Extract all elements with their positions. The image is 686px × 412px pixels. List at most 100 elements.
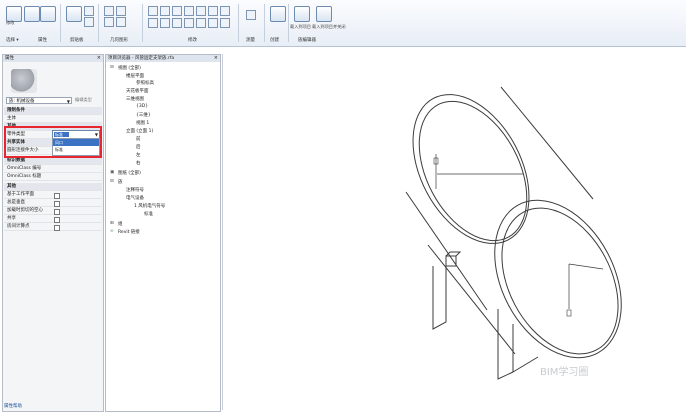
- project-browser: 项目浏览器 - 风管固定支架族.rfa × ⊟ 视图 (全部) 楼层平面 参照标…: [105, 54, 221, 412]
- collapse-icon[interactable]: ⊟: [110, 179, 114, 184]
- scale-icon[interactable]: [184, 18, 194, 28]
- join-icon[interactable]: [104, 6, 114, 16]
- tree-node[interactable]: 前: [136, 136, 141, 142]
- load-into-project-close-button[interactable]: [316, 6, 332, 22]
- duct-body-line: [500, 86, 594, 200]
- family-types-button[interactable]: [40, 6, 56, 22]
- cut-geometry-icon[interactable]: [116, 6, 126, 16]
- property-row-checkbox[interactable]: 房间计算点: [4, 223, 102, 231]
- tree-node[interactable]: 右: [136, 160, 141, 166]
- cut-icon[interactable]: [84, 6, 94, 16]
- reference-line: [568, 263, 604, 270]
- back-support-leg: [432, 266, 447, 330]
- property-row-checkbox[interactable]: 总是垂直: [4, 199, 102, 207]
- section-other-2[interactable]: 其他: [4, 183, 102, 191]
- group-label-family-editor: 族编辑器: [298, 38, 316, 43]
- tree-node[interactable]: 标准: [144, 211, 153, 217]
- highlight-box: [4, 126, 102, 158]
- property-label: 加载时剪切的空心: [7, 208, 43, 213]
- load-into-project-label: 载入到项目: [290, 24, 311, 29]
- group-icon: ⊞: [110, 221, 114, 226]
- group-label-select[interactable]: 选择 ▾: [6, 37, 19, 43]
- link-icon: ∞: [110, 229, 114, 234]
- group-label-create: 创建: [270, 38, 279, 43]
- tree-node[interactable]: {三维}: [136, 112, 151, 118]
- property-label: 基于工作平面: [7, 192, 34, 197]
- property-row[interactable]: OmniClass 标题: [4, 173, 102, 181]
- pin-icon[interactable]: [196, 18, 206, 28]
- wall-joins-icon[interactable]: [116, 17, 126, 27]
- watermark: BIM学习圈: [540, 367, 589, 378]
- properties-button[interactable]: [24, 6, 40, 22]
- tree-node[interactable]: 1 风机电气符号: [134, 203, 165, 209]
- property-label: 共享: [7, 216, 16, 221]
- array-icon[interactable]: [172, 18, 182, 28]
- tree-node[interactable]: 左: [136, 152, 141, 158]
- tree-node[interactable]: 立面 (立面 1): [126, 128, 153, 134]
- group-label-clipboard: 剪贴板: [70, 38, 84, 43]
- section-constraints[interactable]: 限制条件: [4, 107, 102, 115]
- property-row[interactable]: OmniClass 编号: [4, 165, 102, 173]
- collapse-icon[interactable]: ⊟: [110, 65, 114, 70]
- tree-node[interactable]: 图纸 (全部): [118, 170, 141, 176]
- ribbon: 载入到项目 载入到项目并关闭 选择 ▾ 属性 剪贴板 几何图形 修改 测量 创建…: [0, 0, 686, 47]
- tree-node-views[interactable]: 视图 (全部): [118, 65, 141, 71]
- copy-icon[interactable]: [84, 17, 94, 27]
- duct-back-outer-rim: [412, 94, 530, 244]
- delete-icon[interactable]: [220, 18, 230, 28]
- close-icon[interactable]: ×: [214, 55, 218, 62]
- tree-node[interactable]: Revit 链接: [118, 229, 140, 235]
- tree-node[interactable]: 组: [118, 221, 123, 227]
- group-label-modify: 修改: [188, 38, 197, 43]
- modify-tool-label: 修改: [6, 20, 15, 25]
- unpin-icon[interactable]: [208, 18, 218, 28]
- cope-icon[interactable]: [104, 17, 114, 27]
- ribbon-separator: [288, 4, 289, 42]
- duct-front-outer-rim: [494, 199, 622, 359]
- edit-type-button[interactable]: 编辑类型: [75, 97, 92, 103]
- align-icon[interactable]: [148, 6, 158, 16]
- tree-node[interactable]: 三维视图: [126, 96, 144, 102]
- property-row-checkbox[interactable]: 共享: [4, 215, 102, 223]
- load-into-project-button[interactable]: [294, 6, 310, 22]
- mirror-icon[interactable]: [172, 6, 182, 16]
- checkbox[interactable]: [54, 225, 60, 231]
- property-row-checkbox[interactable]: 加载时剪切的空心: [4, 207, 102, 215]
- tree-node[interactable]: 楼层平面: [126, 73, 144, 79]
- tree-node[interactable]: 视图 1: [136, 120, 149, 126]
- property-label: OmniClass 编号: [7, 166, 42, 171]
- move-icon[interactable]: [196, 6, 206, 16]
- drawing-canvas[interactable]: [222, 54, 685, 410]
- tree-node[interactable]: {3D}: [136, 104, 148, 109]
- tree-node[interactable]: 参照标高: [136, 80, 154, 86]
- offset-icon[interactable]: [160, 6, 170, 16]
- tree-node[interactable]: 天花板平面: [126, 88, 149, 94]
- property-label: OmniClass 标题: [7, 174, 42, 179]
- property-row[interactable]: 主体: [4, 115, 102, 123]
- create-button[interactable]: [270, 6, 286, 22]
- tree-node[interactable]: 注释符号: [126, 187, 144, 193]
- ribbon-separator: [60, 4, 61, 42]
- section-identity-data[interactable]: 标识数据: [4, 157, 102, 165]
- type-selector[interactable]: 族: 机械设备 ▼: [6, 97, 72, 104]
- front-support-leg: [497, 309, 514, 380]
- copy-element-icon[interactable]: [208, 6, 218, 16]
- split-icon[interactable]: [160, 18, 170, 28]
- browser-title-text: 项目浏览器 - 风管固定支架族.rfa: [108, 56, 175, 61]
- paste-button[interactable]: [66, 6, 82, 22]
- rotate-icon[interactable]: [220, 6, 230, 16]
- tree-node-families[interactable]: 族: [118, 179, 123, 185]
- trim-icon[interactable]: [148, 18, 158, 28]
- close-icon[interactable]: ×: [97, 55, 101, 62]
- mirror-draw-icon[interactable]: [184, 6, 194, 16]
- duct-front-inner-rim: [501, 207, 619, 355]
- section-label: 标识数据: [7, 158, 25, 163]
- measure-icon[interactable]: [246, 10, 256, 20]
- property-row-checkbox[interactable]: 基于工作平面: [4, 191, 102, 199]
- tree-node[interactable]: 后: [136, 144, 141, 150]
- ribbon-separator: [142, 4, 143, 42]
- properties-help-link[interactable]: 属性帮助: [4, 403, 22, 409]
- tree-node[interactable]: 电气设备: [126, 195, 144, 201]
- browser-title: 项目浏览器 - 风管固定支架族.rfa ×: [106, 55, 220, 62]
- ribbon-separator: [238, 4, 239, 42]
